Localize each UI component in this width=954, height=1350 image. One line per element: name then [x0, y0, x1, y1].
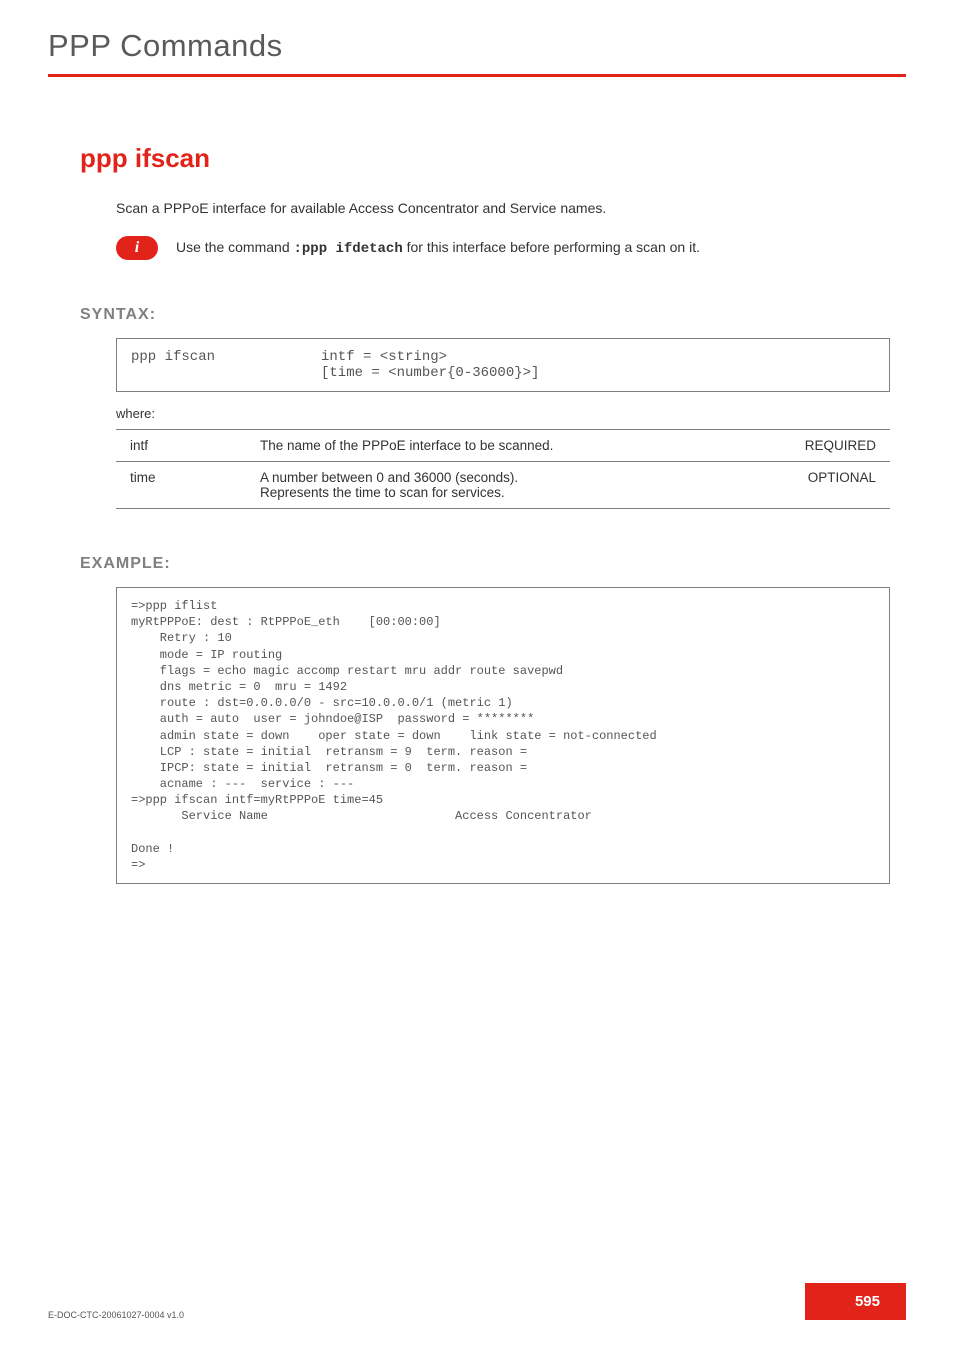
param-req: OPTIONAL: [780, 462, 890, 509]
param-req: REQUIRED: [780, 430, 890, 462]
note-suffix: for this interface before performing a s…: [403, 239, 700, 255]
header-divider: [48, 74, 906, 77]
params-table: intf The name of the PPPoE interface to …: [116, 429, 890, 509]
syntax-args: intf = <string> [time = <number{0-36000}…: [321, 349, 539, 381]
syntax-box: ppp ifscan intf = <string> [time = <numb…: [116, 338, 890, 392]
note-text: Use the command :ppp ifdetach for this i…: [176, 239, 700, 257]
syntax-cmd: ppp ifscan: [131, 349, 321, 381]
note-row: i Use the command :ppp ifdetach for this…: [116, 236, 890, 260]
example-box: =>ppp iflist myRtPPPoE: dest : RtPPPoE_e…: [116, 587, 890, 884]
note-prefix: Use the command: [176, 239, 294, 255]
syntax-heading: SYNTAX:: [80, 306, 890, 324]
note-cmd: :ppp ifdetach: [294, 241, 403, 257]
param-name: time: [116, 462, 246, 509]
doc-id: E-DOC-CTC-20061027-0004 v1.0: [48, 1310, 184, 1320]
table-row: time A number between 0 and 36000 (secon…: [116, 462, 890, 509]
where-label: where:: [116, 406, 890, 421]
chapter-title: PPP Commands: [48, 28, 906, 64]
command-description: Scan a PPPoE interface for available Acc…: [116, 200, 890, 216]
param-desc: A number between 0 and 36000 (seconds). …: [246, 462, 780, 509]
param-desc: The name of the PPPoE interface to be sc…: [246, 430, 780, 462]
info-icon: i: [116, 236, 158, 260]
param-name: intf: [116, 430, 246, 462]
table-row: intf The name of the PPPoE interface to …: [116, 430, 890, 462]
command-title: ppp ifscan: [80, 143, 890, 174]
example-heading: EXAMPLE:: [80, 555, 890, 573]
page-number: 595: [805, 1283, 906, 1320]
